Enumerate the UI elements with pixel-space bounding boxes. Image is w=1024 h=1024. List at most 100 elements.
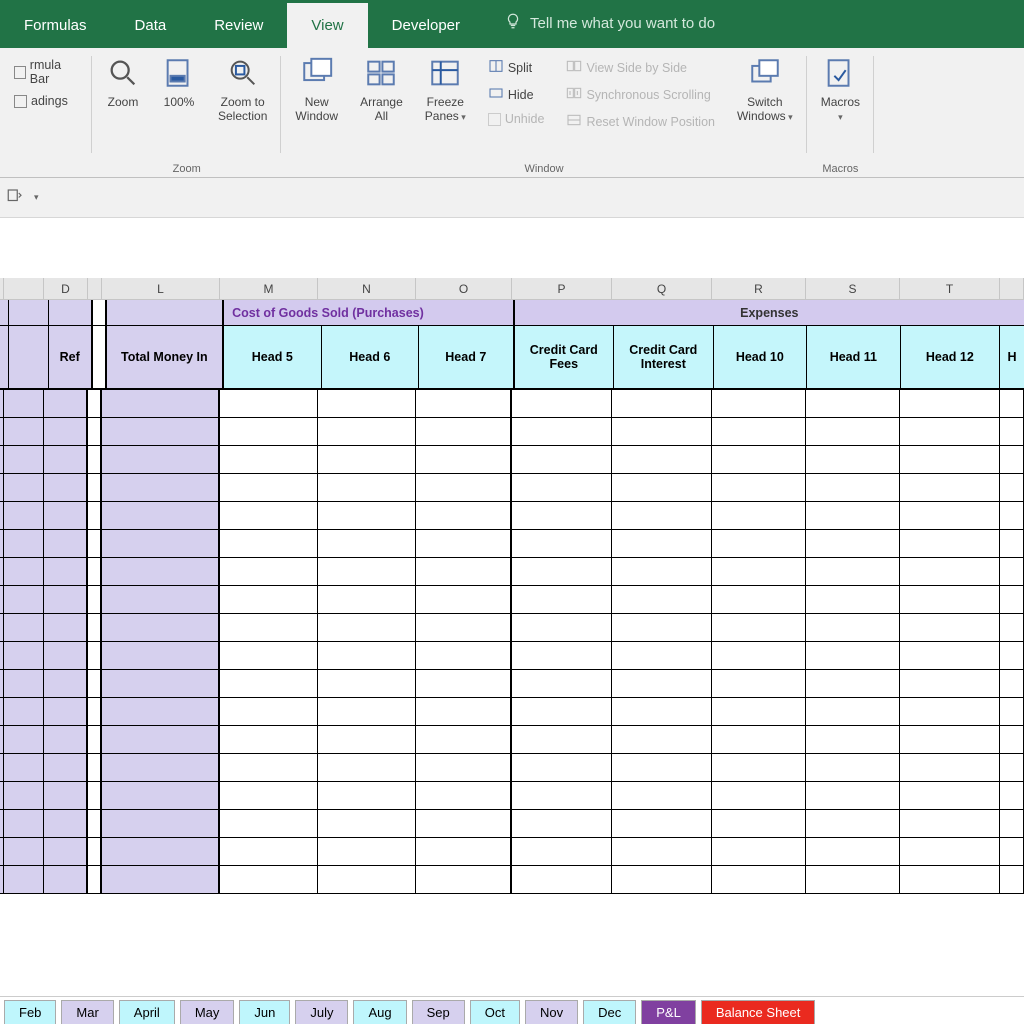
cell[interactable] [416, 642, 512, 669]
ribbon-tab-formulas[interactable]: Formulas [0, 3, 111, 48]
headings-checkbox[interactable]: adings [14, 94, 68, 108]
cell[interactable] [416, 502, 512, 529]
cell[interactable] [416, 866, 512, 893]
cell[interactable] [220, 642, 318, 669]
cell[interactable] [900, 474, 1000, 501]
cell[interactable] [612, 586, 712, 613]
cell[interactable] [88, 390, 102, 417]
cell[interactable] [220, 446, 318, 473]
cell[interactable] [806, 670, 900, 697]
col-header-m[interactable]: M [220, 278, 318, 299]
cell[interactable] [806, 614, 900, 641]
cell[interactable] [900, 418, 1000, 445]
cell[interactable] [1000, 530, 1024, 557]
cell[interactable] [220, 726, 318, 753]
ribbon-tab-data[interactable]: Data [111, 3, 191, 48]
cell[interactable] [44, 810, 88, 837]
cell[interactable] [712, 810, 806, 837]
cell[interactable] [102, 418, 220, 445]
tell-me-search[interactable]: Tell me what you want to do [484, 0, 735, 48]
cell[interactable] [44, 866, 88, 893]
table-row[interactable] [0, 670, 1024, 698]
cell[interactable] [4, 530, 44, 557]
cell[interactable] [318, 558, 416, 585]
cell[interactable] [88, 838, 102, 865]
cell[interactable] [512, 502, 612, 529]
cell[interactable] [44, 474, 88, 501]
cell[interactable] [318, 782, 416, 809]
cell[interactable] [44, 586, 88, 613]
cell[interactable] [612, 698, 712, 725]
hide-button[interactable]: Hide [488, 85, 545, 104]
cell[interactable] [88, 502, 102, 529]
cell[interactable] [612, 782, 712, 809]
cell[interactable] [220, 670, 318, 697]
zoom-100-button[interactable]: 100% [156, 54, 202, 112]
cell[interactable] [806, 698, 900, 725]
cell[interactable] [900, 390, 1000, 417]
cell[interactable] [88, 726, 102, 753]
qat-dropdown-icon[interactable] [6, 187, 24, 208]
cell[interactable] [88, 558, 102, 585]
cell[interactable] [318, 754, 416, 781]
cell[interactable] [612, 418, 712, 445]
sheet-tab-aug[interactable]: Aug [353, 1000, 406, 1024]
table-row[interactable] [0, 866, 1024, 894]
cell[interactable] [4, 810, 44, 837]
cell[interactable] [102, 530, 220, 557]
cell[interactable] [612, 502, 712, 529]
sheet-tab-jun[interactable]: Jun [239, 1000, 290, 1024]
cell[interactable] [512, 642, 612, 669]
cell[interactable] [220, 810, 318, 837]
cell[interactable] [512, 446, 612, 473]
cell[interactable] [512, 418, 612, 445]
cell[interactable] [102, 782, 220, 809]
ribbon-tab-developer[interactable]: Developer [368, 3, 484, 48]
cell[interactable] [416, 446, 512, 473]
cell[interactable] [4, 502, 44, 529]
cell[interactable] [4, 670, 44, 697]
cell[interactable] [44, 418, 88, 445]
cell[interactable] [900, 782, 1000, 809]
table-row[interactable] [0, 502, 1024, 530]
cell[interactable] [806, 726, 900, 753]
cell[interactable] [4, 446, 44, 473]
sheet-tab-sep[interactable]: Sep [412, 1000, 465, 1024]
ribbon-tab-review[interactable]: Review [190, 3, 287, 48]
cell[interactable] [712, 418, 806, 445]
cell[interactable] [318, 810, 416, 837]
sheet-tab-dec[interactable]: Dec [583, 1000, 636, 1024]
cell[interactable] [416, 810, 512, 837]
cell[interactable] [4, 726, 44, 753]
cell[interactable] [88, 670, 102, 697]
cell[interactable] [612, 446, 712, 473]
cell[interactable] [712, 530, 806, 557]
cell[interactable] [88, 474, 102, 501]
cell[interactable] [44, 726, 88, 753]
cell[interactable] [1000, 446, 1024, 473]
cell[interactable] [900, 642, 1000, 669]
cell[interactable] [806, 754, 900, 781]
cell[interactable] [4, 782, 44, 809]
cell[interactable] [416, 838, 512, 865]
col-header-s[interactable]: S [806, 278, 900, 299]
sheet-tab-p-l[interactable]: P&L [641, 1000, 696, 1024]
cell[interactable] [220, 558, 318, 585]
cell[interactable] [712, 474, 806, 501]
worksheet-grid[interactable]: Cost of Goods Sold (Purchases) Expenses … [0, 300, 1024, 894]
cell[interactable] [416, 698, 512, 725]
cell[interactable] [4, 614, 44, 641]
cell[interactable] [712, 866, 806, 893]
cell[interactable] [416, 754, 512, 781]
cell[interactable] [512, 782, 612, 809]
cell[interactable] [4, 642, 44, 669]
cell[interactable] [1000, 418, 1024, 445]
table-row[interactable] [0, 642, 1024, 670]
cell[interactable] [612, 670, 712, 697]
cell[interactable] [88, 810, 102, 837]
cell[interactable] [612, 838, 712, 865]
table-row[interactable] [0, 754, 1024, 782]
cell[interactable] [88, 446, 102, 473]
cell[interactable] [44, 698, 88, 725]
cell[interactable] [318, 838, 416, 865]
